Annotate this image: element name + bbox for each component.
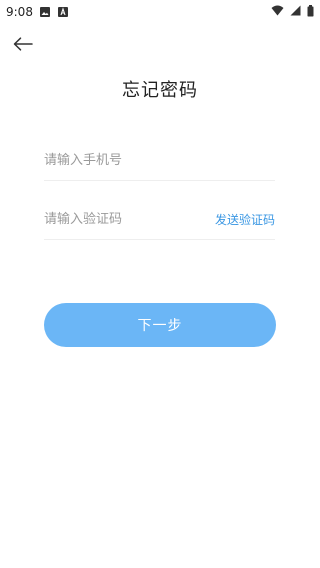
verification-code-field: 发送验证码 <box>44 200 275 240</box>
status-bar: 9:08 <box>0 0 320 24</box>
next-step-button[interactable]: 下一步 <box>44 303 276 347</box>
phone-input[interactable] <box>44 141 275 180</box>
page-title: 忘记密码 <box>122 80 198 101</box>
back-button[interactable] <box>12 36 34 54</box>
battery-icon <box>307 4 314 20</box>
status-left: 9:08 <box>6 5 69 19</box>
arrow-left-icon <box>13 36 33 55</box>
phone-field <box>44 141 275 181</box>
font-icon <box>57 6 69 18</box>
image-icon <box>39 6 51 18</box>
signal-icon <box>290 5 301 19</box>
verification-code-input[interactable] <box>44 200 215 239</box>
status-time: 9:08 <box>6 5 33 19</box>
status-right <box>271 4 314 20</box>
wifi-icon <box>271 5 284 19</box>
send-code-button[interactable]: 发送验证码 <box>215 211 275 228</box>
